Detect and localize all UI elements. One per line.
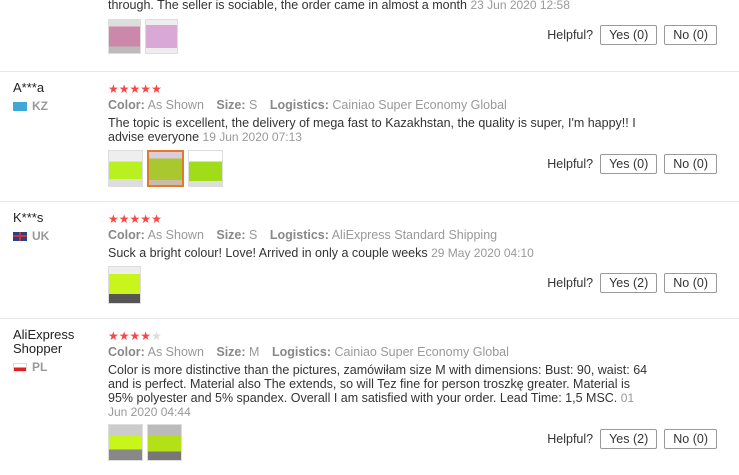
review-body: ★★★★★ Color: As Shown Size: S Logistics:… xyxy=(108,213,668,260)
reviewer-country: KZ xyxy=(13,99,103,113)
helpful-yes-button[interactable]: Yes (0) xyxy=(600,25,658,45)
reviewer-country: PL xyxy=(13,360,103,374)
review-text: The topic is excellent, the delivery of … xyxy=(108,116,636,144)
rating-stars: ★★★★★ xyxy=(108,213,668,225)
review-item: K***s UK ★★★★★ Color: As Shown Size: S L… xyxy=(0,201,739,319)
meta-logistics: AliExpress Standard Shipping xyxy=(331,228,498,242)
star-icon: ★ xyxy=(108,82,119,96)
review-meta: Color: As Shown Size: S Logistics: AliEx… xyxy=(108,228,498,242)
star-icon: ★ xyxy=(151,82,162,96)
review-text: Suck a bright colour! Love! Arrived in o… xyxy=(108,246,428,260)
meta-color: As Shown xyxy=(147,345,204,359)
reviewer-info: K***s UK xyxy=(13,211,103,243)
review-body: through. The seller is sociable, the ord… xyxy=(108,0,668,12)
meta-size: S xyxy=(249,228,258,242)
uk-flag-icon xyxy=(13,231,27,241)
review-photo[interactable] xyxy=(108,424,143,461)
star-icon: ★ xyxy=(151,212,162,226)
meta-color: As Shown xyxy=(147,228,204,242)
helpful-section: Helpful? Yes (2) No (0) xyxy=(547,273,717,293)
helpful-no-button[interactable]: No (0) xyxy=(664,25,717,45)
rating-stars: ★★★★★ xyxy=(108,83,668,95)
review-item: A***a KZ ★★★★★ Color: As Shown Size: S L… xyxy=(0,71,739,202)
star-icon: ★ xyxy=(151,329,162,343)
star-icon: ★ xyxy=(108,329,119,343)
review-item: AliExpress Shopper PL ★★★★★ Color: As Sh… xyxy=(0,318,739,475)
review-photos xyxy=(108,266,141,304)
pl-flag-icon xyxy=(13,362,27,372)
star-icon: ★ xyxy=(140,82,152,96)
helpful-label: Helpful? xyxy=(547,157,594,171)
helpful-no-button[interactable]: No (0) xyxy=(664,154,717,174)
review-date: 23 Jun 2020 12:58 xyxy=(470,0,570,12)
meta-color: As Shown xyxy=(147,98,204,112)
meta-size: M xyxy=(249,345,260,359)
star-icon: ★ xyxy=(129,329,141,343)
review-meta: Color: As Shown Size: S Logistics: Caini… xyxy=(108,98,507,112)
review-meta: Color: As Shown Size: M Logistics: Caini… xyxy=(108,345,509,359)
star-icon: ★ xyxy=(140,329,152,343)
reviewer-name: A***a xyxy=(13,80,45,95)
reviewer-name: AliExpress Shopper xyxy=(13,327,75,356)
star-icon: ★ xyxy=(129,212,141,226)
review-text: Color is more distinctive than the pictu… xyxy=(108,363,648,405)
review-body: ★★★★★ Color: As Shown Size: S Logistics:… xyxy=(108,83,668,144)
helpful-section: Helpful? Yes (2) No (0) xyxy=(547,429,717,449)
meta-size: S xyxy=(249,98,258,112)
helpful-label: Helpful? xyxy=(547,28,594,42)
helpful-section: Helpful? Yes (0) No (0) xyxy=(547,154,717,174)
meta-logistics: Cainiao Super Economy Global xyxy=(334,345,509,359)
helpful-label: Helpful? xyxy=(547,276,594,290)
review-photo[interactable] xyxy=(188,150,223,187)
review-photo[interactable] xyxy=(108,266,141,304)
review-date: 19 Jun 2020 07:13 xyxy=(202,130,302,144)
helpful-yes-button[interactable]: Yes (0) xyxy=(600,154,658,174)
helpful-section: Helpful? Yes (0) No (0) xyxy=(547,25,717,45)
review-photo[interactable] xyxy=(147,424,182,461)
reviewer-info: A***a KZ xyxy=(13,81,103,113)
reviewer-name: K***s xyxy=(13,210,44,225)
review-photo[interactable] xyxy=(108,150,143,187)
star-icon: ★ xyxy=(108,212,119,226)
star-icon: ★ xyxy=(118,82,130,96)
helpful-no-button[interactable]: No (0) xyxy=(664,429,717,449)
star-icon: ★ xyxy=(118,212,130,226)
review-date: 29 May 2020 04:10 xyxy=(431,246,534,260)
review-text: through. The seller is sociable, the ord… xyxy=(108,0,467,12)
reviewer-info: AliExpress Shopper PL xyxy=(13,328,103,374)
review-item: through. The seller is sociable, the ord… xyxy=(0,0,739,72)
review-photo[interactable] xyxy=(108,19,141,54)
review-body: ★★★★★ Color: As Shown Size: M Logistics:… xyxy=(108,330,668,419)
star-icon: ★ xyxy=(140,212,152,226)
rating-stars: ★★★★★ xyxy=(108,330,668,342)
reviewer-country: UK xyxy=(13,229,103,243)
review-photo[interactable] xyxy=(145,19,178,54)
star-icon: ★ xyxy=(118,329,130,343)
helpful-label: Helpful? xyxy=(547,432,594,446)
helpful-yes-button[interactable]: Yes (2) xyxy=(600,429,658,449)
review-photos xyxy=(108,424,182,461)
review-photos xyxy=(108,150,223,187)
star-icon: ★ xyxy=(129,82,141,96)
helpful-yes-button[interactable]: Yes (2) xyxy=(600,273,658,293)
meta-logistics: Cainiao Super Economy Global xyxy=(332,98,507,112)
review-photos xyxy=(108,19,178,54)
review-photo[interactable] xyxy=(147,150,184,187)
helpful-no-button[interactable]: No (0) xyxy=(664,273,717,293)
kz-flag-icon xyxy=(13,101,27,111)
